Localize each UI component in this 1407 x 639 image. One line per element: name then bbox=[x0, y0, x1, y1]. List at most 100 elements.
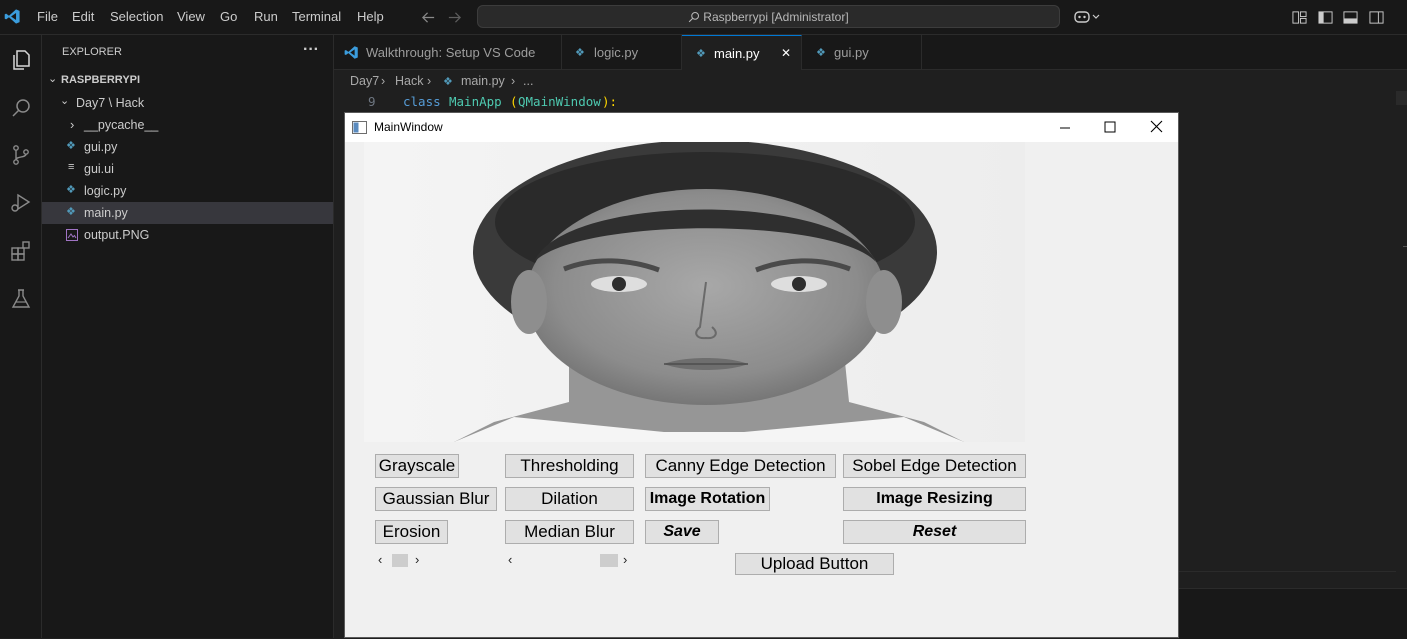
median-blur-button[interactable]: Median Blur bbox=[505, 520, 634, 544]
image-file-icon bbox=[66, 229, 78, 241]
chevron-left-icon[interactable]: ‹ bbox=[508, 552, 512, 567]
forward-arrow-icon[interactable] bbox=[447, 10, 462, 25]
minimap-slider[interactable] bbox=[1396, 91, 1407, 105]
workspace-root[interactable]: ⌄ RASPBERRYPI bbox=[42, 70, 333, 92]
chevron-right-icon[interactable]: › bbox=[415, 552, 419, 567]
vscode-logo-icon bbox=[4, 9, 20, 24]
menu-terminal[interactable]: Terminal bbox=[292, 9, 341, 24]
copilot-icon[interactable] bbox=[1073, 9, 1101, 25]
source-control-activity[interactable] bbox=[5, 139, 37, 171]
folder-day7-hack[interactable]: ⌄ Day7 \ Hack bbox=[42, 92, 333, 114]
vscode-logo-icon bbox=[344, 46, 358, 59]
code-paren: ( bbox=[510, 94, 518, 109]
code-keyword: class bbox=[403, 94, 441, 109]
dilation-button[interactable]: Dilation bbox=[505, 487, 634, 511]
source-control-icon bbox=[13, 145, 29, 165]
erosion-button[interactable]: Erosion bbox=[375, 520, 448, 544]
tree-item-gui-py[interactable]: ❖ gui.py bbox=[42, 136, 333, 158]
chevron-right-icon[interactable]: › bbox=[623, 552, 627, 567]
chevron-right-icon: › bbox=[427, 74, 432, 88]
canny-edge-detection-button[interactable]: Canny Edge Detection bbox=[645, 454, 836, 478]
chevron-down-icon: ⌄ bbox=[48, 73, 58, 85]
chevron-left-icon[interactable]: ‹ bbox=[378, 552, 382, 567]
menu-selection[interactable]: Selection bbox=[110, 9, 163, 24]
toggle-primary-sidebar-icon[interactable] bbox=[1318, 10, 1333, 25]
breadcrumb-item[interactable]: main.py bbox=[461, 74, 505, 88]
sobel-edge-detection-button[interactable]: Sobel Edge Detection bbox=[843, 454, 1026, 478]
minimize-icon[interactable] bbox=[1059, 122, 1071, 134]
files-icon bbox=[13, 50, 30, 70]
reset-button[interactable]: Reset bbox=[843, 520, 1026, 544]
code-base-class: QMainWindow bbox=[518, 94, 601, 109]
explorer-sidebar: EXPLORER ··· ⌄ RASPBERRYPI ⌄ Day7 \ Hack… bbox=[42, 35, 334, 638]
python-file-icon: ❖ bbox=[816, 47, 826, 59]
tree-item-pycache[interactable]: › __pycache__ bbox=[42, 114, 333, 136]
menu-run[interactable]: Run bbox=[254, 9, 278, 24]
main-window: MainWindow Grayscale Thresholding Canny … bbox=[344, 112, 1179, 638]
divider bbox=[1179, 571, 1396, 572]
breadcrumb-item[interactable]: Hack bbox=[395, 74, 423, 88]
menu-view[interactable]: View bbox=[177, 9, 205, 24]
maximize-icon[interactable] bbox=[1104, 121, 1116, 133]
command-center-label: Raspberrypi [Administrator] bbox=[703, 10, 849, 24]
explorer-activity[interactable] bbox=[5, 44, 37, 76]
kernel-slider-left[interactable]: ‹ › bbox=[375, 552, 425, 568]
grayscale-button[interactable]: Grayscale bbox=[375, 454, 459, 478]
python-file-icon: ❖ bbox=[66, 184, 76, 196]
back-arrow-icon[interactable] bbox=[421, 10, 436, 25]
thresholding-button[interactable]: Thresholding bbox=[505, 454, 634, 478]
more-actions-icon[interactable]: ··· bbox=[303, 41, 319, 59]
tab-gui-py[interactable]: ❖ gui.py bbox=[802, 35, 922, 70]
menu-go[interactable]: Go bbox=[220, 9, 237, 24]
minimap-mark bbox=[1403, 246, 1407, 247]
tree-item-gui-ui[interactable]: ≡ gui.ui bbox=[42, 158, 333, 180]
menu-help[interactable]: Help bbox=[357, 9, 384, 24]
text-file-icon: ≡ bbox=[68, 161, 75, 173]
tree-item-logic-py[interactable]: ❖ logic.py bbox=[42, 180, 333, 202]
close-icon[interactable]: ✕ bbox=[781, 46, 791, 60]
tab-main-py[interactable]: ❖ main.py ✕ bbox=[682, 35, 802, 70]
customize-layout-icon[interactable] bbox=[1292, 10, 1307, 25]
main-window-titlebar[interactable]: MainWindow bbox=[345, 113, 1178, 142]
menu-file[interactable]: File bbox=[37, 9, 58, 24]
close-icon[interactable] bbox=[1150, 120, 1163, 133]
tab-walkthrough[interactable]: Walkthrough: Setup VS Code bbox=[334, 35, 562, 70]
tab-logic-py[interactable]: ❖ logic.py bbox=[562, 35, 682, 70]
explorer-title: EXPLORER bbox=[62, 46, 122, 58]
code-class-name: MainApp bbox=[449, 94, 502, 109]
tree-item-output-png[interactable]: output.PNG bbox=[42, 224, 333, 246]
gaussian-blur-button[interactable]: Gaussian Blur bbox=[375, 487, 497, 511]
image-resizing-button[interactable]: Image Resizing bbox=[843, 487, 1026, 511]
toggle-panel-icon[interactable] bbox=[1343, 10, 1358, 25]
editor-tab-bar: Walkthrough: Setup VS Code ❖ logic.py ❖ … bbox=[334, 35, 1407, 70]
run-debug-activity[interactable] bbox=[5, 187, 37, 219]
save-button[interactable]: Save bbox=[645, 520, 719, 544]
kernel-slider-right[interactable]: ‹ › bbox=[505, 552, 634, 568]
run-debug-icon bbox=[11, 193, 31, 212]
chevron-right-icon: › bbox=[511, 74, 516, 88]
menu-edit[interactable]: Edit bbox=[72, 9, 94, 24]
toggle-secondary-sidebar-icon[interactable] bbox=[1369, 10, 1384, 25]
slider-thumb[interactable] bbox=[600, 554, 618, 567]
search-activity[interactable] bbox=[5, 92, 37, 124]
tree-item-main-py[interactable]: ❖ main.py bbox=[42, 202, 333, 224]
testing-activity[interactable] bbox=[5, 283, 37, 315]
beaker-icon bbox=[11, 289, 31, 308]
tree-item-label: output.PNG bbox=[84, 228, 150, 242]
upload-button[interactable]: Upload Button bbox=[735, 553, 894, 575]
tab-label: logic.py bbox=[594, 45, 639, 60]
tab-label: main.py bbox=[714, 46, 760, 61]
python-file-icon: ❖ bbox=[696, 48, 706, 60]
chevron-down-icon: ⌄ bbox=[60, 95, 70, 107]
breadcrumb-item[interactable]: Day7 bbox=[350, 74, 379, 88]
python-file-icon: ❖ bbox=[575, 47, 585, 59]
python-file-icon: ❖ bbox=[66, 140, 76, 152]
activity-bar bbox=[0, 35, 42, 638]
image-rotation-button[interactable]: Image Rotation bbox=[645, 487, 770, 511]
tree-item-label: gui.ui bbox=[84, 162, 114, 176]
window-app-icon bbox=[352, 121, 367, 134]
extensions-activity[interactable] bbox=[5, 235, 37, 267]
slider-thumb[interactable] bbox=[392, 554, 408, 567]
breadcrumb-item[interactable]: ... bbox=[523, 74, 533, 88]
command-center-search[interactable]: Raspberrypi [Administrator] bbox=[477, 5, 1060, 28]
